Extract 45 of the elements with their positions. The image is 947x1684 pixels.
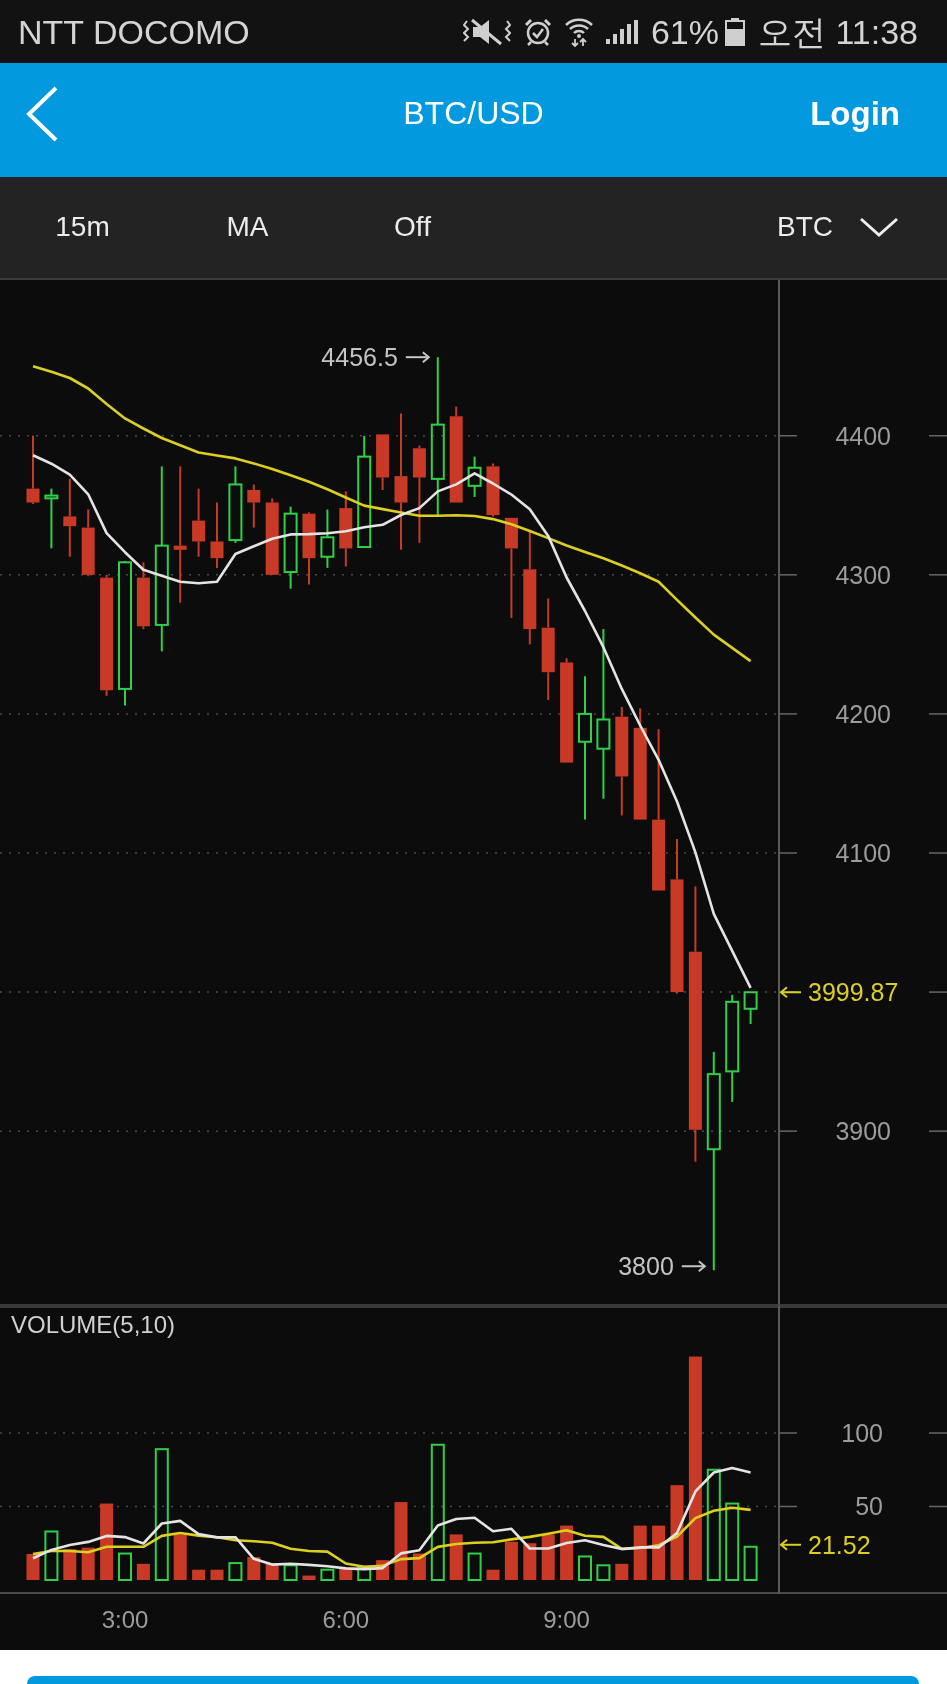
- candlestick: [467, 455, 482, 498]
- carrier-name: NTT DOCOMO: [18, 14, 250, 49]
- wifi-icon: [564, 16, 593, 47]
- option-button[interactable]: Off: [330, 212, 495, 243]
- price-axis-label: 3900: [835, 1117, 891, 1146]
- interval-button[interactable]: 15m: [0, 212, 165, 243]
- signal-icon: [605, 19, 638, 44]
- arrow-left-icon: [779, 986, 802, 999]
- volume-axis-label: 50: [855, 1492, 883, 1521]
- time-axis-label: 6:00: [322, 1606, 370, 1633]
- arrow-left-icon: [779, 1538, 802, 1551]
- page-title: BTC/USD: [403, 96, 544, 132]
- candlestick: [192, 487, 206, 558]
- chevron-down-icon: [859, 217, 899, 238]
- currency-dropdown[interactable]: BTC: [777, 212, 899, 243]
- indicator-button[interactable]: MA: [165, 212, 330, 243]
- arrow-right-icon: [404, 351, 431, 364]
- battery-percentage: 61%: [650, 14, 719, 49]
- high-price-label: 4456.5: [321, 343, 398, 372]
- clock-time: 오전 11:38: [758, 14, 918, 49]
- muted-speaker-icon: [462, 17, 511, 46]
- candlestick: [320, 508, 335, 569]
- time-axis-label: 9:00: [543, 1606, 590, 1633]
- last-volume-label: 21.52: [808, 1530, 871, 1559]
- low-price-label: 3800: [618, 1252, 674, 1281]
- chevron-left-icon: [25, 85, 59, 143]
- price-axis-label: 4300: [835, 560, 891, 589]
- price-axis-label: 4400: [835, 421, 891, 450]
- price-axis-label: 4200: [835, 699, 891, 728]
- candlestick: [81, 508, 95, 578]
- candlestick: [210, 501, 224, 569]
- last-price-label: 3999.87: [808, 978, 899, 1007]
- time-axis-label: 3:00: [101, 1606, 149, 1633]
- volume-title: VOLUME(5,10): [11, 1311, 176, 1338]
- candlestick: [44, 487, 59, 550]
- price-axis-label: 4100: [835, 839, 891, 867]
- volume-axis-label: 100: [841, 1419, 883, 1447]
- candlestick: [136, 561, 150, 631]
- alarm-clock-icon: [523, 17, 552, 46]
- battery-icon: [725, 17, 745, 46]
- arrow-right-icon: [680, 1260, 707, 1273]
- candlestick: [743, 991, 758, 1026]
- candlestick: [247, 483, 261, 529]
- candlestick: [26, 434, 40, 505]
- candlestick: [376, 433, 390, 491]
